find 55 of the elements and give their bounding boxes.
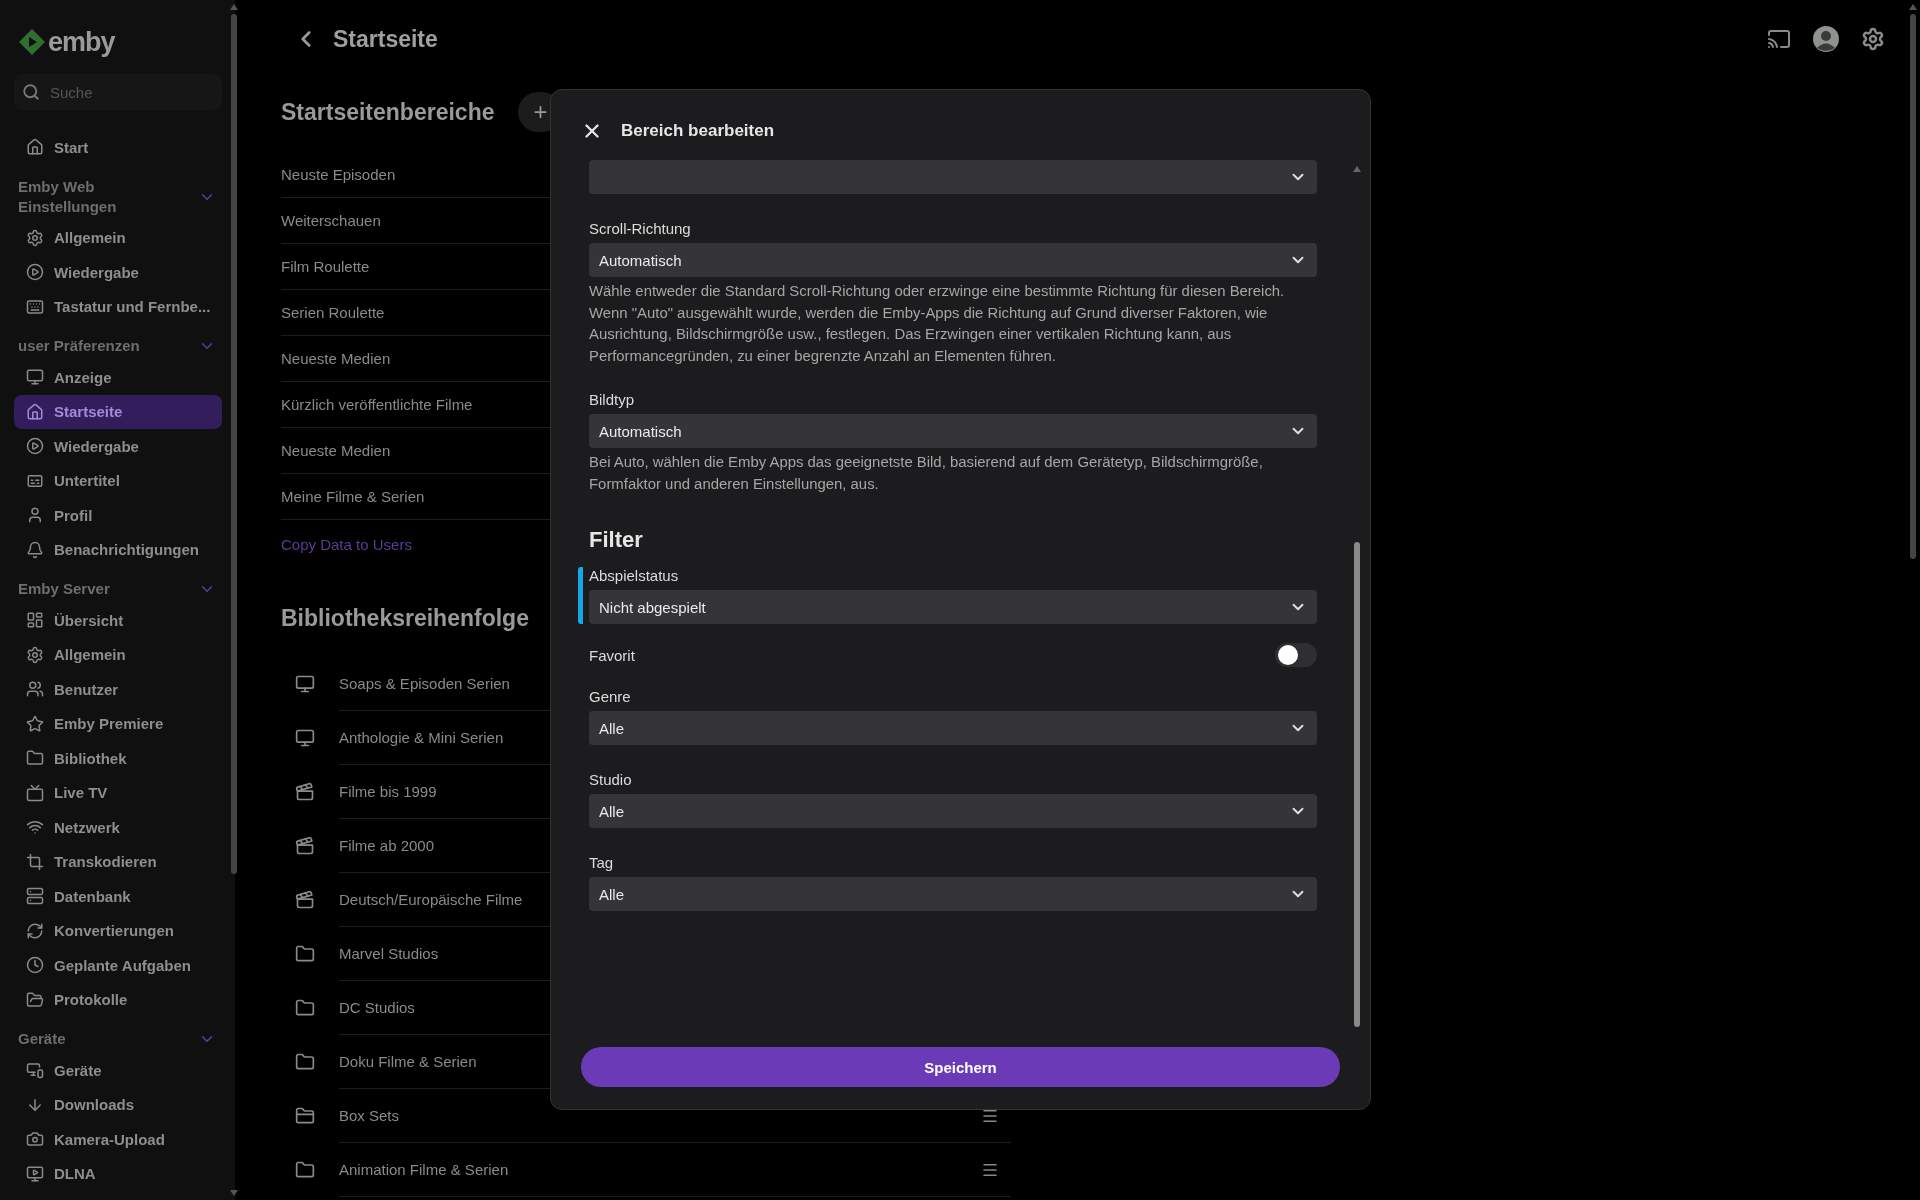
search-field[interactable]: Suche — [14, 74, 223, 110]
sidebar-item[interactable]: Profil — [14, 498, 223, 533]
field-label: Tag — [589, 854, 615, 871]
sidebar-item[interactable]: Benachrichtigungen — [14, 532, 223, 567]
select-field[interactable]: Alle — [589, 794, 1317, 828]
group-title: Geräte — [18, 1029, 67, 1049]
sidebar-item[interactable]: Übersicht — [14, 603, 223, 638]
select-field[interactable]: Alle — [589, 877, 1317, 911]
sidebar-item[interactable]: Konvertierungen — [14, 913, 223, 948]
select-field[interactable]: Nicht abgespielt — [589, 590, 1317, 624]
section-title: Startseitenbereiche — [281, 98, 495, 126]
sidebar-item[interactable]: Wiedergabe — [14, 255, 223, 290]
search-input[interactable]: Suche — [48, 82, 198, 102]
help-text: Wähle entweder die Standard Scroll-Richtung oder erzwinge eine bestimmte Richtung für diesen Bereich. Wenn "Auto" ausgewählt wurde, werden die Emby-Apps die Richtung auf Grund diverser Faktoren, wie Ausrichtung, Bildschirmgröße usw., festlegen. Das Erzwingen einer vertikalen Richtung kann, aus Performancegründen, zu einer begrenzte Anzahl an Elementen führen. — [589, 282, 1286, 366]
sidebar-item[interactable]: Kamera-Upload — [14, 1122, 223, 1157]
select-field[interactable]: Alle — [589, 711, 1317, 745]
sidebar-item[interactable]: Emby Premiere — [14, 706, 223, 741]
sidebar-item[interactable]: Transkodieren — [14, 844, 223, 879]
sidebar-item[interactable]: DLNA — [14, 1156, 223, 1191]
sidebar-item[interactable]: Geräte — [14, 1053, 223, 1088]
sidebar-item[interactable]: Anzeige — [14, 360, 223, 395]
field-label: Bildtyp — [589, 391, 636, 408]
sidebar-item[interactable]: Downloads — [14, 1087, 223, 1122]
sidebar-item[interactable]: Start — [14, 130, 223, 165]
field-label: Scroll-Richtung — [589, 220, 692, 237]
group-title: Emby Server — [18, 579, 111, 599]
section-heading: Filter — [589, 527, 644, 553]
group-title: user Präferenzen — [18, 336, 141, 356]
library-row[interactable]: Animation Filme & Serien — [339, 1143, 1011, 1197]
sidebar-item[interactable]: Protokolle — [14, 982, 223, 1017]
sidebar-item[interactable]: Bibliothek — [14, 741, 223, 776]
sidebar-item[interactable]: Allgemein — [14, 220, 223, 255]
sidebar-item[interactable]: Geplante Aufgaben — [14, 948, 223, 983]
select-field[interactable]: Automatisch — [589, 243, 1317, 277]
toggle-label: Favorit — [589, 646, 635, 664]
save-button[interactable]: Speichern — [581, 1047, 1340, 1087]
sidebar-item[interactable]: Tastatur und Fernbe... — [14, 289, 223, 324]
sidebar-item[interactable]: Benutzer — [14, 672, 223, 707]
field-label: Genre — [589, 688, 632, 705]
group-title: Emby Web Einstellungen — [18, 176, 118, 217]
field-label: Studio — [589, 771, 633, 788]
sidebar-item[interactable]: Untertitel — [14, 463, 223, 498]
sidebar-item[interactable]: Datenbank — [14, 879, 223, 914]
logo-text: emby — [48, 26, 115, 58]
help-text: Bei Auto, wählen die Emby Apps das geeignetste Bild, basierend auf dem Gerätetyp, Bildschirmgröße, Formfaktor und anderen Einstellungen, aus. — [589, 453, 1264, 494]
page-title: Startseite — [333, 25, 438, 53]
select-field[interactable]: Automatisch — [589, 414, 1317, 448]
sidebar-item[interactable]: Allgemein — [14, 637, 223, 672]
sidebar-item[interactable]: Wiedergabe — [14, 429, 223, 464]
sidebar-item[interactable]: Startseite — [14, 394, 223, 429]
section-title: Bibliotheksreihenfolge — [281, 605, 529, 631]
dialog-title: Bereich bearbeiten — [621, 121, 775, 141]
sidebar-item[interactable]: Live TV — [14, 775, 223, 810]
field-label: Abspielstatus — [589, 567, 680, 584]
sidebar-item[interactable]: Netzwerk — [14, 810, 223, 845]
